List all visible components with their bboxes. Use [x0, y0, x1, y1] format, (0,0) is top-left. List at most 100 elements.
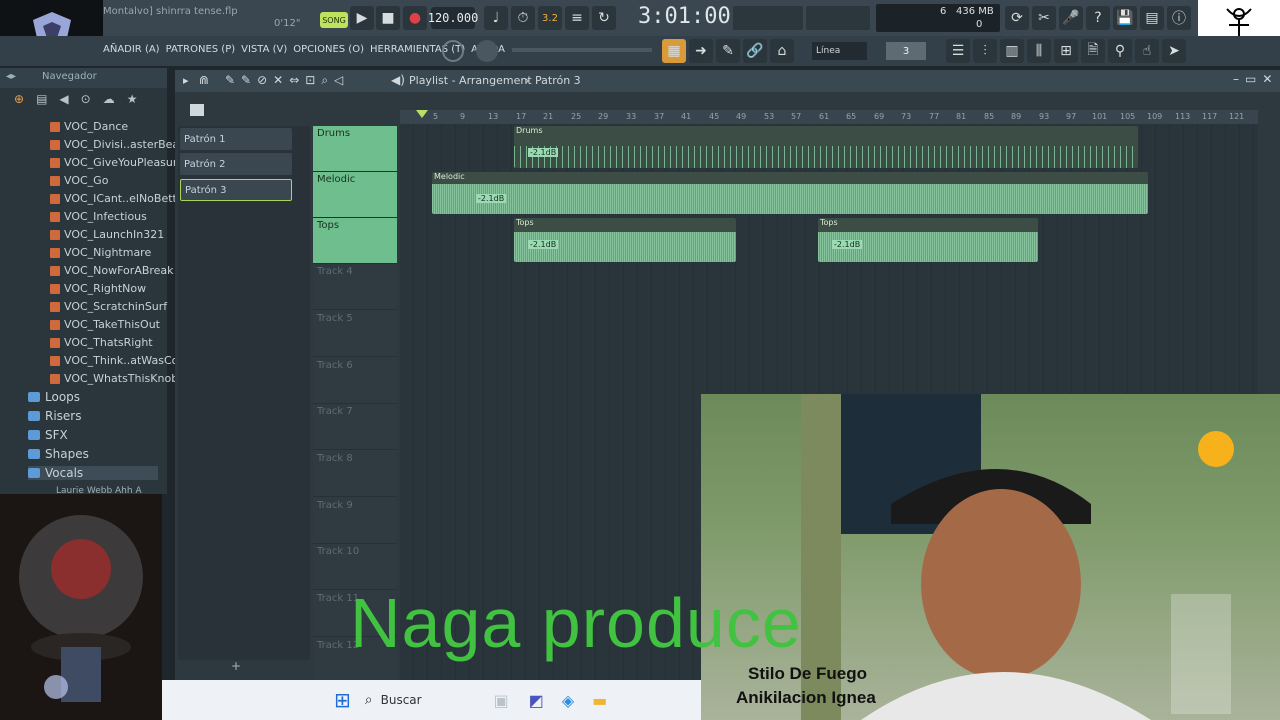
speaker-icon[interactable]: ◀) — [391, 73, 405, 87]
browser-file[interactable]: VOC_WhatsThisKnob — [50, 372, 178, 385]
piano-roll-icon[interactable]: ▦ — [662, 39, 686, 63]
info-icon[interactable]: ⓘ — [1167, 6, 1191, 30]
browser-file[interactable]: VOC_ScratchinSurf — [50, 300, 167, 313]
cut-icon[interactable]: ✂ — [1032, 6, 1056, 30]
track-header-melodic[interactable]: Melodic — [313, 172, 397, 218]
menu-item-view[interactable]: VISTA (V) — [241, 44, 287, 55]
folder-icon[interactable]: ▬ — [592, 691, 607, 710]
clip-melodic[interactable]: Melodic -2.1dB — [432, 172, 1148, 214]
browser-file[interactable]: VOC_TakeThisOut — [50, 318, 160, 331]
stop-button[interactable]: ■ — [376, 6, 400, 30]
refresh-icon[interactable]: ⟳ — [1005, 6, 1029, 30]
browser-file[interactable]: VOC_Nightmare — [50, 246, 151, 259]
track-header[interactable]: Track 6 — [313, 358, 397, 404]
browser-doc-icon[interactable]: ▤ — [36, 92, 47, 106]
touch-icon[interactable]: ☝ — [1135, 39, 1159, 63]
microphone-icon[interactable]: 🎤 — [1059, 6, 1083, 30]
record-button[interactable]: ● — [403, 6, 427, 30]
track-header[interactable]: Track 8 — [313, 451, 397, 497]
browser-file[interactable]: VOC_ThatsRight — [50, 336, 153, 349]
song-mode-button[interactable]: SONG — [320, 12, 348, 28]
help-icon[interactable]: ? — [1086, 6, 1110, 30]
browser-file[interactable]: VOC_Divisi..asterBeat — [50, 138, 184, 151]
pattern-item-selected[interactable]: Patrón 3 — [180, 179, 292, 201]
wait-input-icon[interactable]: ⏱ — [511, 6, 535, 30]
track-header[interactable]: Track 7 — [313, 404, 397, 450]
taskbar-search-input[interactable]: Buscar — [381, 693, 422, 707]
browser-folder[interactable]: Vocals — [28, 466, 158, 480]
link-icon[interactable]: 🔗 — [743, 39, 767, 63]
teams-icon[interactable]: ◩ — [529, 691, 544, 710]
browser-nav-arrows-icon[interactable]: ◂▸ — [6, 71, 16, 82]
pattern-counter[interactable]: 3.2 — [538, 6, 562, 30]
step-value[interactable]: 3 — [886, 42, 926, 60]
track-header[interactable]: Track 5 — [313, 311, 397, 357]
browser-folder[interactable]: Risers — [28, 409, 82, 423]
pattern-item[interactable]: Patrón 1 — [180, 128, 292, 150]
browser-folder[interactable]: SFX — [28, 428, 68, 442]
tempo-display[interactable]: 120.000 — [428, 7, 478, 29]
play-button[interactable]: ▶ — [350, 6, 374, 30]
taskview-icon[interactable]: ▣ — [494, 691, 509, 710]
step-edit-icon[interactable]: ≡ — [565, 6, 589, 30]
snap-select[interactable]: Línea — [812, 42, 867, 60]
playlist-arrow-icon[interactable]: ▸ — [183, 74, 189, 87]
window-controls[interactable]: –▭✕ — [1233, 72, 1278, 86]
track-header-tops[interactable]: Tops — [313, 218, 397, 264]
metronome-icon[interactable]: ♩ — [484, 6, 508, 30]
browser-file[interactable]: VOC_LaunchIn321 — [50, 228, 164, 241]
browser-back-icon[interactable]: ◀ — [59, 92, 68, 106]
browser-search-icon[interactable]: ⊙ — [81, 92, 91, 106]
arrow-right-icon[interactable]: ➜ — [689, 39, 713, 63]
loop-record-icon[interactable]: ↻ — [592, 6, 616, 30]
plugin-icon[interactable]: ⊞ — [1054, 39, 1078, 63]
browser-file[interactable]: VOC_Go — [50, 174, 108, 187]
pen-icon[interactable]: ✎ — [716, 39, 740, 63]
browser-folder[interactable]: Shapes — [28, 447, 89, 461]
piano-keys-icon[interactable] — [190, 104, 204, 116]
timeline-ruler[interactable]: 5 9 13 17 21 25 29 33 37 41 45 49 53 57 … — [400, 110, 1258, 124]
pitch-knob-icon[interactable] — [476, 40, 498, 62]
channel-rack-icon[interactable]: ⫶ — [973, 39, 997, 63]
copilot-icon[interactable]: ◈ — [562, 691, 574, 710]
browser-file[interactable]: VOC_Dance — [50, 120, 128, 133]
pattern-item[interactable]: Patrón 2 — [180, 153, 292, 175]
menu-item-add[interactable]: AÑADIR (A) — [103, 44, 160, 55]
playlist-icon[interactable]: ▥ — [1000, 39, 1024, 63]
browser-star-icon[interactable]: ★ — [127, 92, 138, 106]
master-volume[interactable] — [806, 6, 870, 30]
save-icon[interactable]: 💾 — [1113, 6, 1137, 30]
menu-item-options[interactable]: OPCIONES (O) — [293, 44, 364, 55]
browser-file[interactable]: VOC_Infectious — [50, 210, 147, 223]
render-icon[interactable]: ▤ — [1140, 6, 1164, 30]
breadcrumb[interactable]: Patrón 3 — [535, 74, 581, 87]
track-header[interactable]: Track 9 — [313, 498, 397, 544]
clip-drums[interactable]: Drums -2.1dB — [514, 126, 1138, 168]
mixer-faders-icon[interactable]: ⫼ — [1027, 39, 1051, 63]
browser-file[interactable]: VOC_ICant..elNoBetter — [50, 192, 188, 205]
playhead-marker-icon[interactable] — [416, 110, 428, 118]
mixer-icon[interactable]: ☰ — [946, 39, 970, 63]
clip-tops[interactable]: Tops -2.1dB — [514, 218, 736, 262]
track-header-drums[interactable]: Drums — [313, 126, 397, 172]
send-icon[interactable]: ➤ — [1162, 39, 1186, 63]
track-header[interactable]: Track 4 — [313, 264, 397, 310]
playlist-tools[interactable]: ✎✎⊘✕⇔⊡⌕◁ — [225, 73, 349, 88]
plug-icon[interactable]: ⚲ — [1108, 39, 1132, 63]
master-pitch-slider[interactable] — [512, 48, 652, 52]
browser-file[interactable]: VOC_GiveYouPleasure — [50, 156, 184, 169]
master-knob-icon[interactable] — [442, 40, 464, 62]
browser-cloud-icon[interactable]: ☁ — [103, 92, 115, 106]
menu-item-patterns[interactable]: PATRONES (P) — [166, 44, 236, 55]
browser-all-icon[interactable]: ⊕ — [14, 92, 24, 106]
browser-file[interactable]: VOC_RightNow — [50, 282, 146, 295]
clip-tops[interactable]: Tops -2.1dB — [818, 218, 1038, 262]
search-icon[interactable]: ⌕ — [365, 692, 373, 708]
browser-file[interactable]: VOC_Think..atWasCool — [50, 354, 188, 367]
add-pattern-icon[interactable]: + — [231, 659, 241, 673]
stamp-icon[interactable]: ⌂ — [770, 39, 794, 63]
browser-folder[interactable]: Loops — [28, 390, 80, 404]
file-icon[interactable]: 🗎 — [1081, 39, 1105, 63]
magnet-icon[interactable]: ⋒ — [199, 73, 209, 87]
windows-start-icon[interactable]: ⊞ — [334, 688, 351, 712]
